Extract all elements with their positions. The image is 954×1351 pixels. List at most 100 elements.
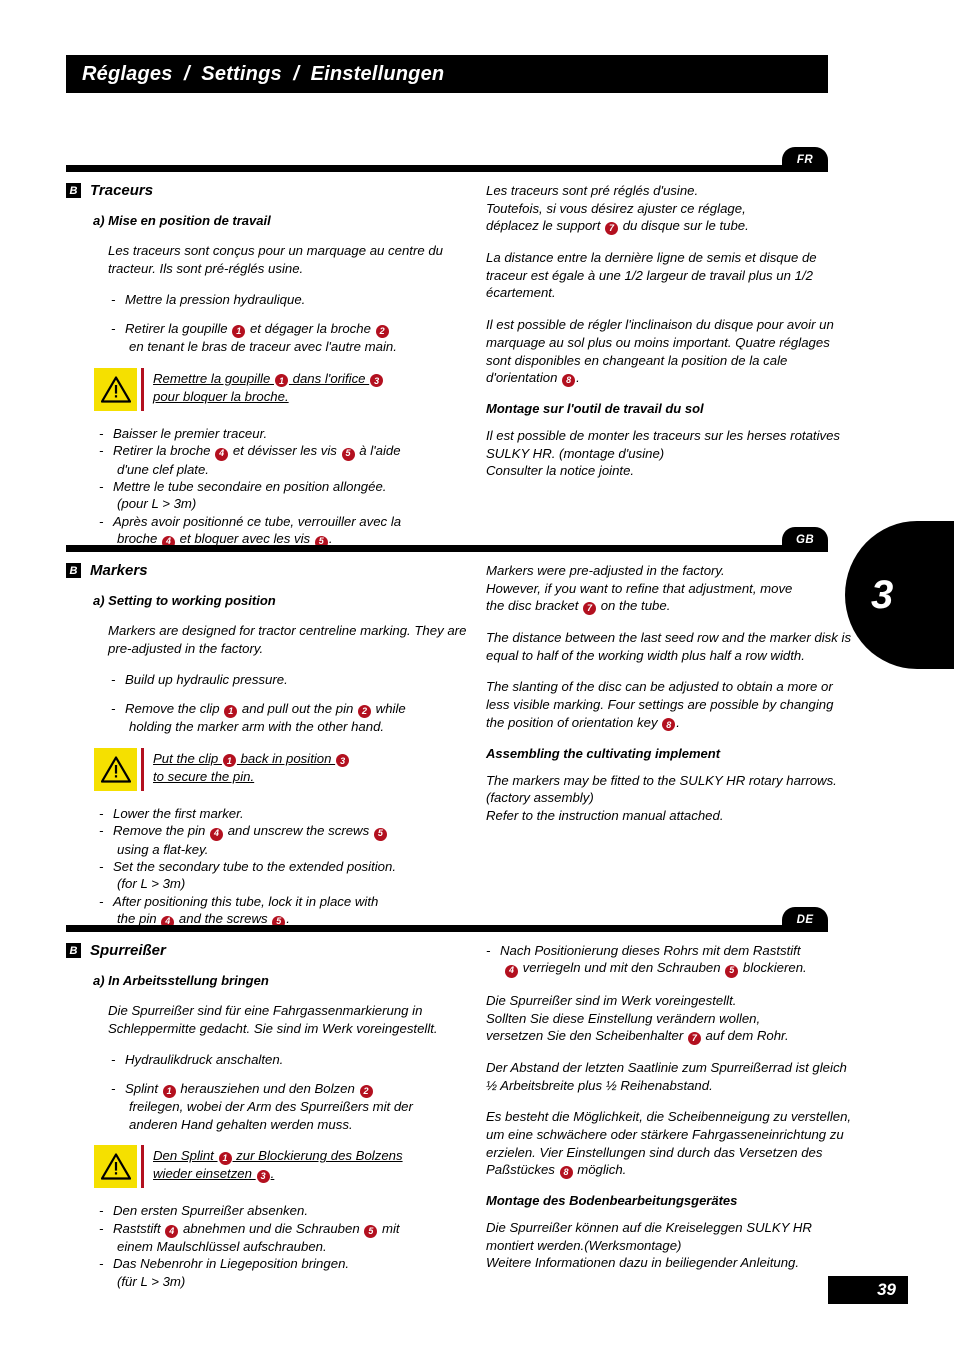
list-item: Après avoir positionné ce tube, verrouil… (99, 513, 486, 549)
callout-number-8: 8 (562, 373, 576, 387)
paragraph-de-2: Der Abstand der letzten Saatlinie zum Sp… (486, 1059, 847, 1093)
section-columns-fr: B Traceurs a) Mise en position de travai… (66, 182, 854, 561)
section-letter-badge: B (66, 943, 81, 958)
paragraph-fr-4: Il est possible de monter les traceurs s… (486, 427, 841, 479)
page-title: Réglages / Settings / Einstellungen (82, 62, 445, 85)
subheading-gb-assembling: Assembling the cultivating implement (486, 745, 721, 761)
page-number: 39 (877, 1280, 896, 1299)
list-item: Retirer la broche 4 et dévisser les vis … (99, 442, 486, 478)
callout-number-1: 1 (222, 754, 236, 768)
callout-number-1: 1 (224, 705, 238, 719)
callout-number-1: 1 (218, 1151, 232, 1165)
callout-number-4: 4 (505, 964, 518, 978)
list-item: Mettre le tube secondaire en position al… (99, 478, 486, 513)
callout-number-7: 7 (687, 1031, 701, 1045)
paragraph-de-1: Die Spurreißer sind im Werk voreingestel… (486, 992, 789, 1045)
list-item: Hydraulikdruck anschalten. (111, 1051, 486, 1069)
warning-text-fr: Remettre la goupille 1 dans l'orifice 3 … (144, 368, 384, 406)
callout-number-7: 7 (583, 601, 597, 615)
callout-number-2: 2 (358, 705, 371, 719)
column-left-fr: B Traceurs a) Mise en position de travai… (66, 182, 486, 561)
callout-number-5: 5 (725, 964, 739, 978)
column-right-gb: Markers were pre-adjusted in the factory… (486, 562, 854, 941)
section-divider-de: DE (66, 907, 828, 932)
section-heading-de: B Spurreißer (66, 942, 486, 959)
callout-number-1: 1 (232, 325, 246, 339)
chapter-tab: 3 (845, 521, 954, 669)
callout-number-4: 4 (165, 1224, 179, 1238)
subsection-title-de: a) In Arbeitsstellung bringen (93, 973, 269, 988)
intro-paragraph-fr: Les traceurs sont conçus pour un marquag… (108, 243, 444, 276)
list-item: Lower the first marker. (99, 805, 486, 823)
list-item: Raststift 4 abnehmen und die Schrauben 5… (99, 1220, 486, 1256)
callout-number-8: 8 (559, 1165, 573, 1179)
paragraph-fr-1: Les traceurs sont pré réglés d'usine. To… (486, 183, 749, 235)
section-title-de: Spurreißer (90, 942, 166, 959)
list-item: Mettre la pression hydraulique. (111, 291, 486, 309)
subheading-fr-mounting: Montage sur l'outil de travail du sol (486, 400, 704, 416)
warning-box-fr: Remettre la goupille 1 dans l'orifice 3 … (94, 367, 486, 411)
subsection-title-gb: a) Setting to working position (93, 593, 276, 608)
warning-box-de: Den Splint 1 zur Blockierung des Bolzens… (94, 1145, 486, 1189)
section-letter-badge: B (66, 183, 81, 198)
list-item: Nach Positionierung dieses Rohrs mit dem… (486, 942, 854, 978)
warning-triangle-icon (94, 747, 137, 791)
paragraph-gb-4: The markers may be fitted to the SULKY H… (486, 772, 837, 823)
language-badge-gb: GB (782, 527, 828, 552)
warning-triangle-svg (100, 756, 131, 783)
section-gb: GB B Markers a) Setting to working posit… (66, 527, 854, 941)
paragraph-fr-2: La distance entre la dernière ligne de s… (486, 250, 817, 301)
callout-number-5: 5 (373, 827, 387, 841)
intro-paragraph-de: Die Spurreißer sind für eine Fahrgassenm… (108, 1003, 438, 1036)
callout-number-3: 3 (336, 754, 350, 768)
column-left-de: B Spurreißer a) In Arbeitsstellung bring… (66, 942, 486, 1302)
list-item: Remove the pin 4 and unscrew the screws … (99, 822, 486, 858)
callout-number-7: 7 (605, 221, 619, 235)
chapter-number: 3 (871, 572, 894, 617)
list-item: Build up hydraulic pressure. (111, 671, 486, 689)
list-item: Retirer la goupille 1 et dégager la broc… (111, 320, 486, 356)
list-item: Splint 1 herausziehen und den Bolzen 2fr… (111, 1080, 486, 1133)
paragraph-de-3: Es besteht die Möglichkeit, die Scheiben… (486, 1109, 852, 1179)
bullet-list-fr-top: Mettre la pression hydraulique. Retirer … (111, 291, 486, 355)
paragraph-fr-3: Il est possible de régler l'inclinaison … (486, 317, 834, 387)
callout-number-4: 4 (210, 827, 224, 841)
callout-number-1: 1 (274, 374, 288, 388)
warning-box-gb: Put the clip 1 back in position 3 to sec… (94, 747, 486, 791)
section-columns-gb: B Markers a) Setting to working position… (66, 562, 854, 941)
callout-number-3: 3 (370, 374, 384, 388)
warning-text-gb: Put the clip 1 back in position 3 to sec… (144, 748, 350, 786)
callout-number-2: 2 (375, 325, 389, 339)
callout-number-2: 2 (359, 1085, 373, 1099)
column-left-gb: B Markers a) Setting to working position… (66, 562, 486, 941)
paragraph-de-4: Die Spurreißer können auf die Kreiselegg… (486, 1220, 812, 1271)
section-fr: FR B Traceurs a) Mise en position de tra… (66, 147, 854, 561)
warning-triangle-svg (100, 1153, 131, 1180)
section-columns-de: B Spurreißer a) In Arbeitsstellung bring… (66, 942, 854, 1302)
callout-number-3: 3 (256, 1170, 270, 1183)
footer-page-box: 39 (828, 1276, 908, 1304)
warning-triangle-svg (100, 376, 131, 403)
callout-number-5: 5 (364, 1224, 378, 1238)
warning-triangle-icon (94, 367, 137, 411)
warning-text-de: Den Splint 1 zur Blockierung des Bolzens… (153, 1148, 403, 1183)
section-de: DE B Spurreißer a) In Arbeitsstellung br… (66, 907, 854, 1302)
bullet-list-de-top: Hydraulikdruck anschalten. Splint 1 hera… (111, 1051, 486, 1133)
page-title-bar: Réglages / Settings / Einstellungen (66, 55, 828, 93)
bullet-list-de-right: Nach Positionierung dieses Rohrs mit dem… (486, 942, 854, 978)
paragraph-gb-3: The slanting of the disc can be adjusted… (486, 679, 834, 732)
section-divider-gb: GB (66, 527, 828, 552)
list-item: Das Nebenrohr in Liegeposition bringen.(… (99, 1255, 486, 1290)
list-item: Remove the clip 1 and pull out the pin 2… (111, 700, 486, 736)
callout-number-5: 5 (341, 447, 355, 461)
bullet-list-gb-bottom: Lower the first marker. Remove the pin 4… (99, 805, 486, 929)
language-badge-de: DE (782, 907, 828, 932)
column-right-fr: Les traceurs sont pré réglés d'usine. To… (486, 182, 854, 561)
section-title-fr: Traceurs (90, 182, 154, 199)
subsection-title-fr: a) Mise en position de travail (93, 213, 271, 228)
section-heading-fr: B Traceurs (66, 182, 486, 199)
bullet-list-fr-bottom: Baisser le premier traceur. Retirer la b… (99, 425, 486, 549)
section-letter-badge: B (66, 563, 81, 578)
bullet-list-de-bottom: Den ersten Spurreißer absenken. Raststif… (99, 1202, 486, 1290)
subheading-de-montage: Montage des Bodenbearbeitungsgerätes (486, 1193, 738, 1209)
